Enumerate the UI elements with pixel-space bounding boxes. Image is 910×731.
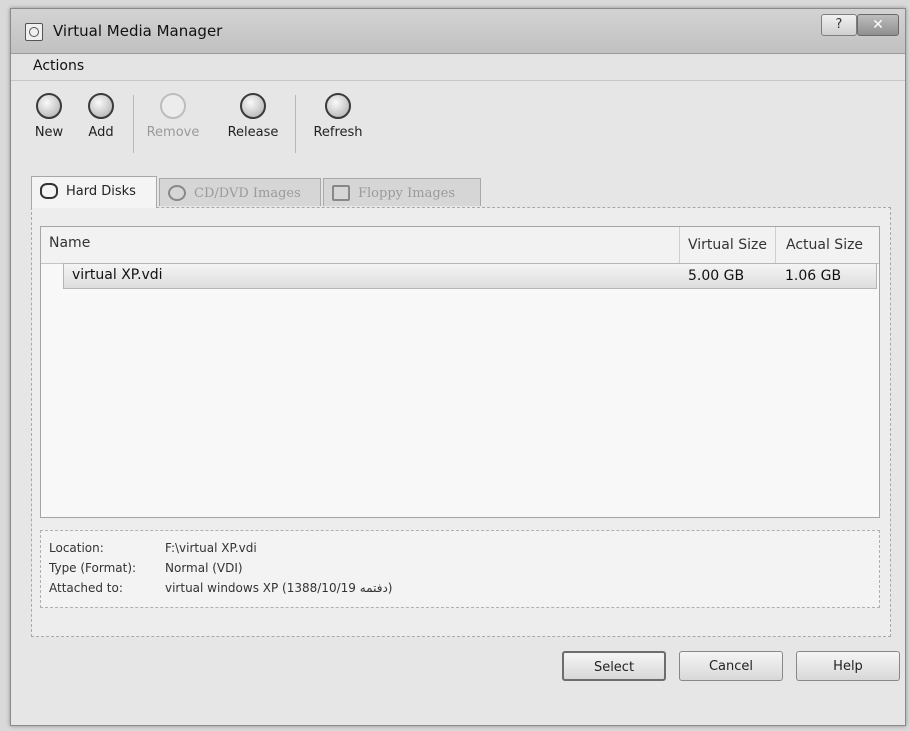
column-header-name[interactable]: Name bbox=[49, 235, 90, 251]
column-header-actual-size[interactable]: Actual Size bbox=[775, 227, 879, 263]
refresh-button[interactable]: Refresh bbox=[305, 93, 371, 140]
list-header: Name Virtual Size Actual Size bbox=[41, 227, 879, 264]
new-button[interactable]: New bbox=[29, 93, 69, 140]
attached-value: virtual windows XP (1388/10/19 دفتمه) bbox=[165, 581, 393, 595]
menu-bar: Actions bbox=[11, 54, 905, 81]
tab-cd-dvd-label: CD/DVD Images bbox=[194, 186, 301, 201]
close-button[interactable]: ✕ bbox=[857, 14, 899, 36]
table-row[interactable]: virtual XP.vdi 5.00 GB 1.06 GB bbox=[63, 263, 877, 289]
cd-dvd-icon bbox=[168, 185, 186, 201]
menu-actions[interactable]: Actions bbox=[33, 58, 84, 74]
hard-disk-list[interactable]: Name Virtual Size Actual Size virtual XP… bbox=[40, 226, 880, 518]
row-name: virtual XP.vdi bbox=[72, 267, 163, 283]
remove-label: Remove bbox=[146, 125, 200, 140]
location-label: Location: bbox=[49, 541, 104, 555]
refresh-icon bbox=[325, 93, 351, 119]
column-header-virtual-size[interactable]: Virtual Size bbox=[679, 227, 775, 263]
release-button[interactable]: Release bbox=[223, 93, 283, 140]
new-disk-icon bbox=[36, 93, 62, 119]
window-title: Virtual Media Manager bbox=[53, 22, 223, 40]
toolbar: New Add Remove Release Refresh bbox=[29, 87, 889, 165]
tab-floppy-images[interactable]: Floppy Images bbox=[323, 178, 481, 206]
new-label: New bbox=[34, 125, 64, 140]
help-title-button[interactable]: ? bbox=[821, 14, 857, 36]
remove-button[interactable]: Remove bbox=[143, 93, 203, 140]
hard-disk-icon bbox=[40, 183, 58, 199]
cancel-button[interactable]: Cancel bbox=[679, 651, 783, 681]
tab-hard-disks-label: Hard Disks bbox=[66, 184, 136, 199]
tab-hard-disks[interactable]: Hard Disks bbox=[31, 176, 157, 208]
floppy-icon bbox=[332, 185, 350, 201]
attached-label: Attached to: bbox=[49, 581, 123, 595]
help-button[interactable]: Help bbox=[796, 651, 900, 681]
remove-disk-icon bbox=[160, 93, 186, 119]
location-value: F:\virtual XP.vdi bbox=[165, 541, 257, 555]
app-icon bbox=[25, 23, 43, 41]
row-actual-size: 1.06 GB bbox=[785, 268, 842, 284]
refresh-label: Refresh bbox=[313, 125, 363, 140]
media-tabs: Hard Disks CD/DVD Images Floppy Images bbox=[31, 176, 891, 208]
details-panel: Location: F:\virtual XP.vdi Type (Format… bbox=[40, 530, 880, 608]
toolbar-separator bbox=[133, 95, 134, 153]
add-label: Add bbox=[88, 125, 114, 140]
tab-floppy-label: Floppy Images bbox=[358, 186, 456, 201]
release-label: Release bbox=[227, 125, 279, 140]
virtual-media-manager-window: Virtual Media Manager ? ✕ Actions New Ad… bbox=[10, 8, 906, 726]
row-virtual-size: 5.00 GB bbox=[688, 268, 745, 284]
hard-disks-panel: Name Virtual Size Actual Size virtual XP… bbox=[31, 207, 891, 637]
toolbar-separator bbox=[295, 95, 296, 153]
release-disk-icon bbox=[240, 93, 266, 119]
type-label: Type (Format): bbox=[49, 561, 137, 575]
add-button[interactable]: Add bbox=[81, 93, 121, 140]
select-button[interactable]: Select bbox=[562, 651, 666, 681]
type-value: Normal (VDI) bbox=[165, 561, 243, 575]
title-bar[interactable]: Virtual Media Manager ? ✕ bbox=[11, 9, 905, 54]
tab-cd-dvd-images[interactable]: CD/DVD Images bbox=[159, 178, 321, 206]
add-disk-icon bbox=[88, 93, 114, 119]
